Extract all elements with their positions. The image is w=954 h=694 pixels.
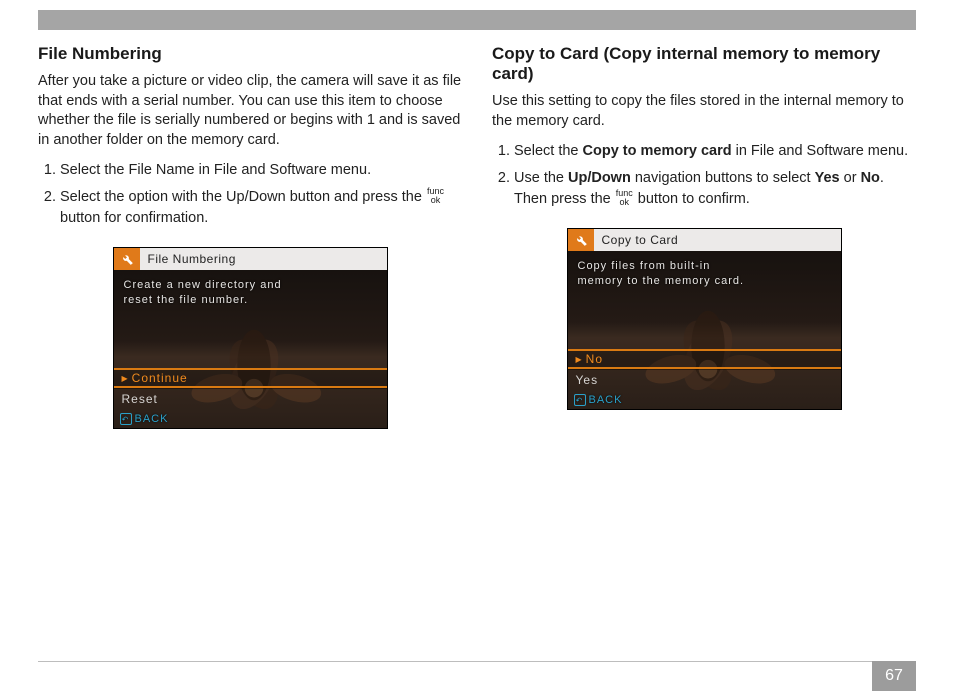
func-ok-icon: funcok [615, 189, 634, 207]
cam-option-selected: Continue [114, 368, 387, 388]
footer-rule: 67 [38, 661, 916, 662]
flower-background [613, 281, 803, 409]
step-2-right: Use the Up/Down navigation buttons to se… [514, 168, 916, 210]
camera-screenshot-copy-to-card: Copy to Card Copy files from built- [567, 228, 842, 410]
camera-screenshot-file-numbering: File Numbering Create a new directo [113, 247, 388, 429]
cam-desc-line2: memory to the memory card. [578, 274, 831, 289]
cam-back: ↶BACK [568, 391, 623, 409]
page-number: 67 [872, 661, 916, 691]
intro-copy-to-card: Use this setting to copy the files store… [492, 92, 916, 131]
cam-option-2: Yes [568, 369, 841, 389]
cam-header: File Numbering [114, 248, 387, 270]
wrench-icon [568, 229, 594, 251]
back-icon: ↶ [120, 413, 132, 425]
cam-option-2: Reset [114, 388, 387, 408]
cam-header: Copy to Card [568, 229, 841, 251]
heading-file-numbering: File Numbering [38, 44, 462, 64]
step-1-right: Select the Copy to memory card in File a… [514, 141, 916, 162]
cam-option-selected: No [568, 349, 841, 369]
back-icon: ↶ [574, 394, 586, 406]
cam-menu: Continue Reset [114, 368, 387, 408]
cam-back: ↶BACK [114, 410, 169, 428]
cam-title: Copy to Card [602, 233, 679, 247]
heading-copy-to-card: Copy to Card (Copy internal memory to me… [492, 44, 916, 84]
cam-desc-line1: Copy files from built-in [578, 259, 831, 274]
section-copy-to-card: Copy to Card (Copy internal memory to me… [492, 44, 916, 429]
step-1-left: Select the File Name in File and Softwar… [60, 160, 462, 181]
wrench-icon [114, 248, 140, 270]
flower-background [159, 300, 349, 428]
header-bar [38, 10, 916, 30]
section-file-numbering: File Numbering After you take a picture … [38, 44, 462, 429]
cam-title: File Numbering [148, 252, 236, 266]
func-ok-icon: funcok [426, 187, 445, 205]
intro-file-numbering: After you take a picture or video clip, … [38, 72, 462, 150]
step-2-left: Select the option with the Up/Down butto… [60, 187, 462, 229]
cam-desc-line2: reset the file number. [124, 293, 377, 308]
cam-desc-line1: Create a new directory and [124, 278, 377, 293]
cam-menu: No Yes [568, 349, 841, 389]
